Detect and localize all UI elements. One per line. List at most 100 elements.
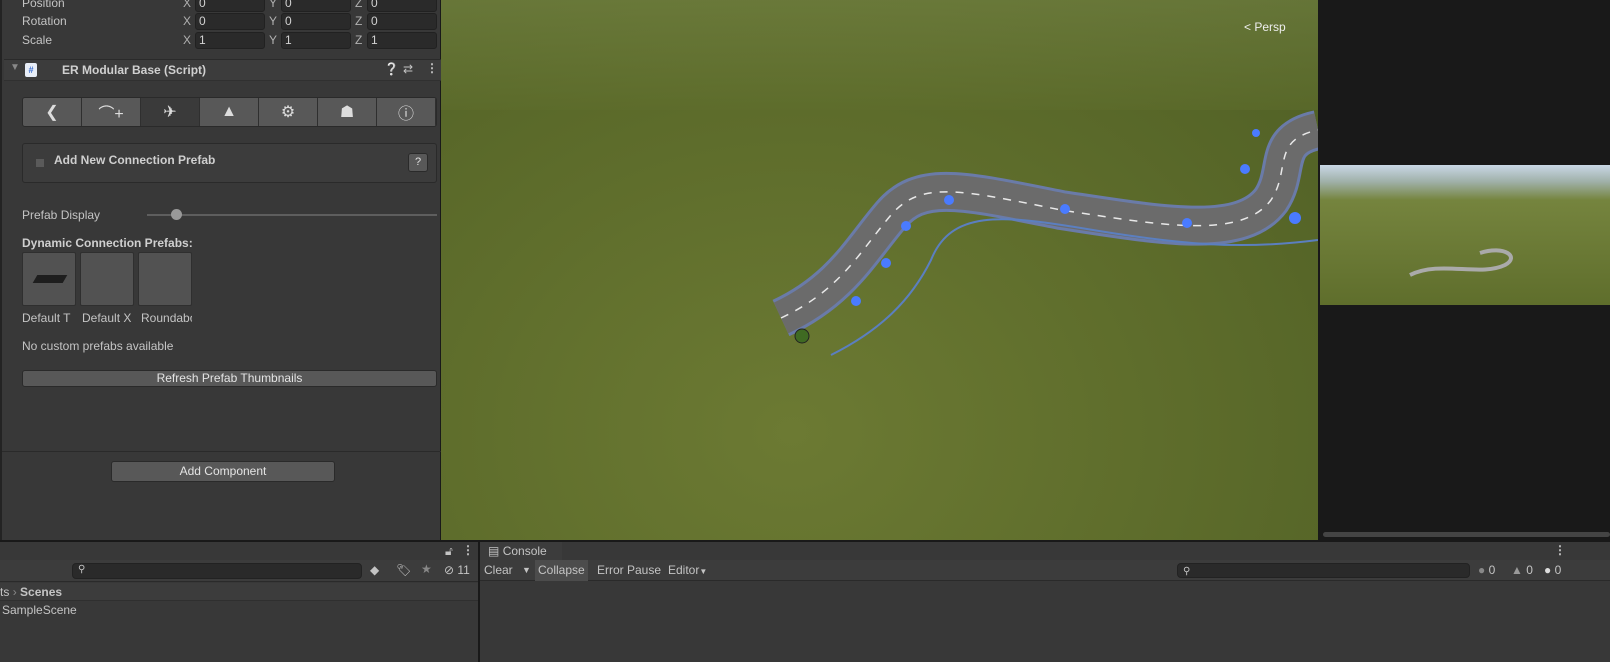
project-toolbar: ⚲ ◆ 🏷︎ ★ ⊘ 11 [0, 560, 478, 582]
hidden-packages-icon[interactable]: ⊘ 11 [444, 563, 470, 577]
add-component-button[interactable]: Add Component [111, 461, 335, 482]
inspector-panel: Position X 0 Y 0 Z 0 Rotation X 0 Y 0 Z 0 Scale X 1 Y 1 Z 1 … [0, 0, 442, 540]
axis-label: Y [269, 0, 278, 10]
prefab-label: Default T [22, 311, 71, 325]
help-button[interactable]: ? [408, 153, 428, 172]
favorites-icon[interactable]: ★ [421, 562, 432, 576]
tool-tabs: ❮ ⌒+ ✈ ▲ ⚙ ☗ ⓘ [22, 97, 437, 127]
add-connection-box: Add New Connection Prefab ? [22, 143, 437, 183]
axis-label: Z [355, 14, 363, 28]
error-count: 0 [1554, 563, 1562, 577]
console-tab-label: Console [502, 544, 547, 558]
add-connection-checkbox[interactable] [36, 159, 44, 167]
persp-text: Persp [1254, 20, 1286, 34]
transform-y-field[interactable]: 1 [281, 32, 351, 49]
axis-label: X [183, 33, 192, 47]
refresh-thumbnails-button[interactable]: Refresh Prefab Thumbnails [22, 370, 437, 387]
lock-icon[interactable]: 🔓︎ [445, 544, 453, 559]
no-custom-prefabs-text: No custom prefabs available [22, 339, 174, 353]
tab-terrain-icon[interactable]: ▲ [200, 98, 259, 126]
prefab-thumb-roundabout[interactable] [138, 252, 192, 306]
help-icon[interactable]: ❔ [384, 62, 399, 76]
console-panel: ▤ Console ⋮ Clear ▼ Collapse Error Pause… [480, 542, 1610, 662]
transform-x-field[interactable]: 0 [195, 0, 265, 12]
clear-button[interactable]: Clear [484, 560, 513, 581]
transform-z-field[interactable]: 0 [367, 13, 437, 30]
chevron-right-icon: › [12, 585, 17, 599]
console-toolbar: Clear ▼ Collapse Error Pause Editor▼ ⚲ ●… [480, 560, 1610, 581]
tab-info-icon[interactable]: ⓘ [377, 98, 436, 126]
breadcrumb: ts › Scenes [0, 583, 478, 601]
tab-prefab-icon[interactable]: ☗ [318, 98, 377, 126]
persp-label[interactable]: < Persp [1244, 20, 1286, 34]
transform-y-field[interactable]: 0 [281, 13, 351, 30]
csharp-script-icon: # [25, 63, 37, 77]
transform-label: Rotation [22, 14, 67, 28]
label-filter-icon[interactable]: 🏷︎ [396, 563, 411, 577]
axis-label: X [183, 0, 192, 10]
transform-label: Scale [22, 33, 53, 47]
game-view [1320, 0, 1610, 540]
console-icon: ▤ [488, 544, 500, 558]
editor-dropdown[interactable]: Editor▼ [668, 560, 707, 582]
add-connection-label: Add New Connection Prefab [54, 153, 216, 167]
info-count-toggle[interactable]: ● 0 [1478, 560, 1495, 581]
tab-connections-icon[interactable]: ✈ [141, 98, 200, 126]
divider [2, 451, 442, 452]
error-icon: ● [1544, 563, 1552, 577]
tab-back-icon[interactable]: ❮ [23, 98, 82, 126]
error-pause-toggle[interactable]: Error Pause [597, 560, 661, 581]
scene-view[interactable]: < Persp [441, 0, 1318, 540]
chevron-down-icon: ▼ [699, 567, 708, 576]
prefab-label: Roundabout [141, 311, 192, 325]
hidden-count: 11 [457, 563, 470, 577]
axis-label: X [183, 14, 192, 28]
info-count: 0 [1488, 563, 1496, 577]
search-icon: ⚲ [78, 564, 86, 575]
breadcrumb-item[interactable]: ts [0, 585, 9, 599]
transform-y-field[interactable]: 0 [281, 0, 351, 12]
breadcrumb-item[interactable]: Scenes [20, 585, 62, 599]
prefab-display-slider[interactable] [147, 209, 437, 220]
axis-label: Y [269, 33, 278, 47]
prefab-thumb-default-t[interactable] [22, 252, 76, 306]
axis-label: Z [355, 0, 363, 10]
presets-icon[interactable]: ⇄ [403, 62, 413, 76]
more-menu-icon[interactable]: ⋮ [426, 61, 438, 75]
road-spline [441, 0, 1318, 356]
transform-z-field[interactable]: 0 [367, 0, 437, 12]
error-count-toggle[interactable]: ● 0 [1544, 560, 1561, 581]
list-item[interactable]: SampleScene [2, 603, 77, 617]
warning-count: 0 [1526, 563, 1533, 577]
project-search-input[interactable]: ⚲ [72, 563, 362, 579]
warning-count-toggle[interactable]: ▲ 0 [1511, 560, 1533, 581]
prefab-display-label: Prefab Display [22, 208, 101, 222]
component-header[interactable]: ▼ # ER Modular Base (Script) ❔ ⇄ ⋮ [4, 59, 442, 81]
game-scrollbar[interactable] [1323, 532, 1610, 537]
transform-z-field[interactable]: 1 [367, 32, 437, 49]
prefab-label: Default X [82, 311, 132, 325]
transform-x-field[interactable]: 1 [195, 32, 265, 49]
collapse-toggle[interactable]: Collapse [535, 560, 588, 581]
more-menu-icon[interactable]: ⋮ [1554, 543, 1566, 557]
info-icon: ● [1478, 563, 1486, 577]
tab-settings-icon[interactable]: ⚙ [259, 98, 318, 126]
prefab-thumb-default-x[interactable] [80, 252, 134, 306]
foldout-arrow-icon[interactable]: ▼ [10, 62, 20, 73]
slider-knob[interactable] [171, 209, 182, 220]
more-menu-icon[interactable]: ⋮ [462, 543, 474, 557]
console-search-input[interactable]: ⚲ [1177, 563, 1470, 578]
filter-type-icon[interactable]: ◆ [370, 563, 379, 577]
search-icon: ⚲ [1183, 566, 1191, 577]
transform-label: Position [22, 0, 65, 10]
tab-console[interactable]: ▤ Console [480, 542, 562, 560]
warning-icon: ▲ [1511, 563, 1523, 577]
clear-options-dropdown[interactable]: ▼ [522, 560, 531, 581]
persp-arrow-icon: < [1244, 20, 1252, 34]
editor-label: Editor [668, 563, 700, 577]
axis-label: Z [355, 33, 363, 47]
axis-label: Y [269, 14, 278, 28]
transform-x-field[interactable]: 0 [195, 13, 265, 30]
project-panel: 🔓︎ ⋮ ⚲ ◆ 🏷︎ ★ ⊘ 11 ts › Scenes SampleSce… [0, 542, 478, 662]
tab-add-road-icon[interactable]: ⌒+ [82, 98, 141, 126]
